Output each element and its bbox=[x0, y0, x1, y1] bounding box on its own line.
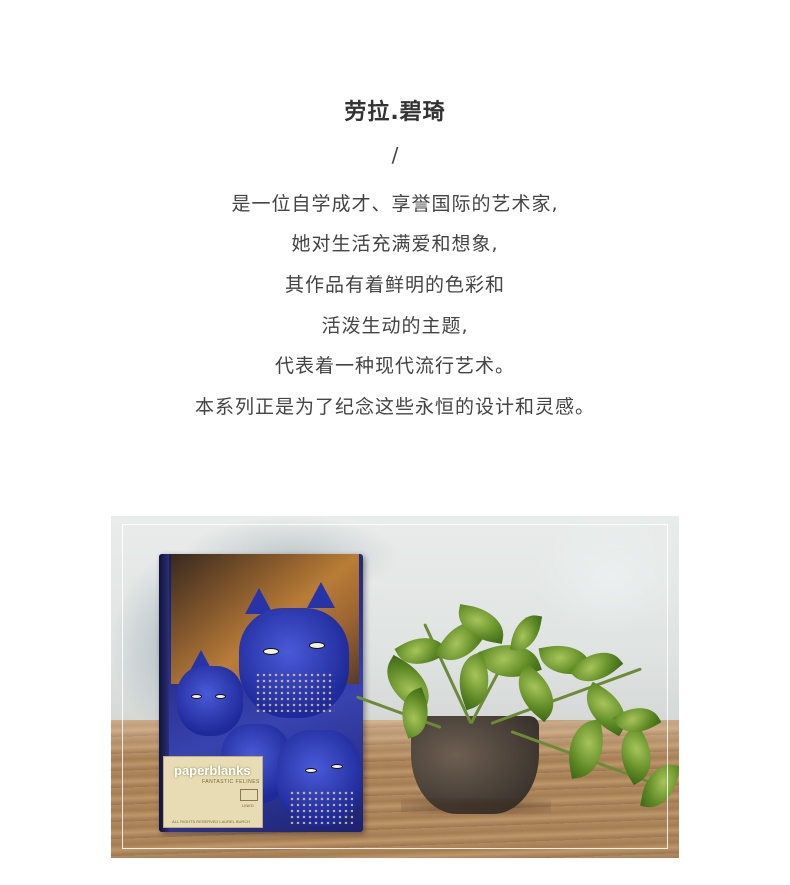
description-line-4: 活泼生动的主题, bbox=[321, 315, 469, 337]
photo-frame-border bbox=[122, 524, 668, 849]
description-line-2: 她对生活充满爱和想象, bbox=[291, 233, 499, 255]
description-line-6: 本系列正是为了纪念这些永恒的设计和灵感。 bbox=[194, 396, 595, 418]
description-line-3: 其作品有着鲜明的色彩和 bbox=[284, 274, 505, 296]
title-divider: / bbox=[391, 143, 399, 167]
description-line-1: 是一位自学成才、享誉国际的艺术家, bbox=[231, 193, 559, 215]
page-title: 劳拉.碧琦 bbox=[344, 100, 446, 125]
description-line-5: 代表着一种现代流行艺术。 bbox=[274, 355, 515, 377]
